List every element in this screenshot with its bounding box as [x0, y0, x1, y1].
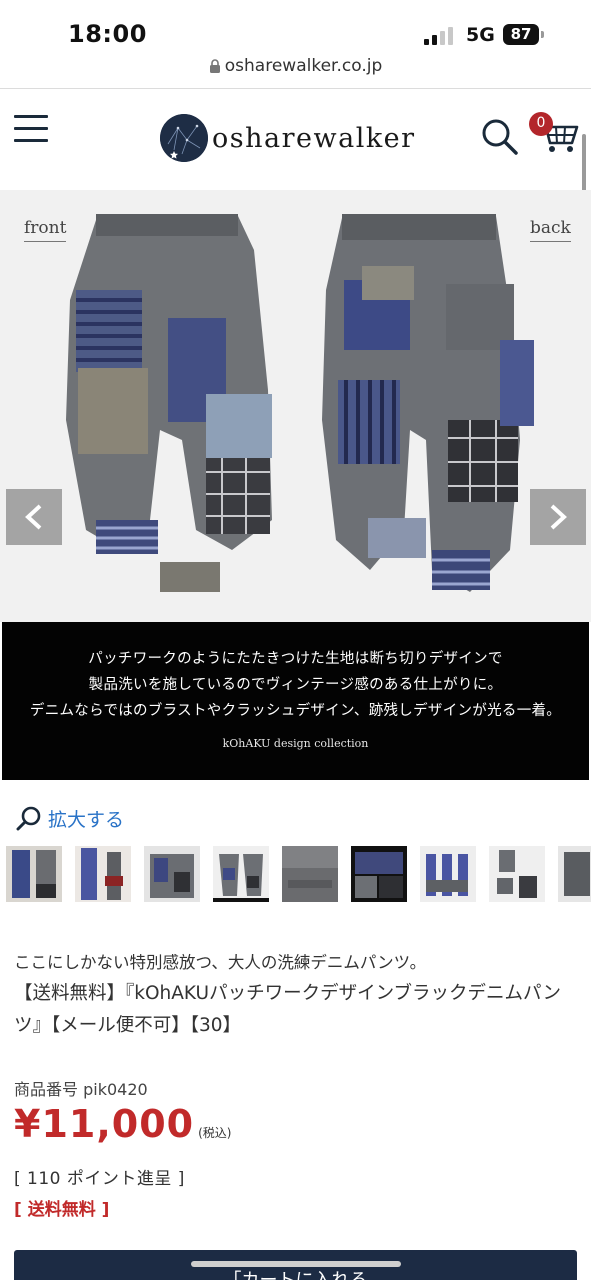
thumbnail[interactable] — [282, 846, 338, 902]
banner-line: パッチワークのようにたたきつけた生地は断ち切りデザインで — [88, 651, 503, 667]
description-banner: パッチワークのようにたたきつけた生地は断ち切りデザインで 製品洗いを施しているの… — [2, 622, 589, 780]
carousel-next-button[interactable] — [530, 489, 586, 545]
thumbnail[interactable] — [144, 846, 200, 902]
product-price: ¥11,000 (税込) — [14, 1102, 231, 1146]
thumbnail[interactable] — [75, 846, 131, 902]
back-label: back — [530, 218, 571, 242]
points-note: [ 110 ポイント進呈 ] — [14, 1169, 185, 1189]
zoom-link[interactable]: 拡大する — [16, 804, 124, 832]
thumbnail[interactable] — [420, 846, 476, 902]
product-title: 【送料無料】『kOhAKUパッチワークデザインブラックデニムパンツ』【メール便不… — [14, 983, 561, 1036]
home-indicator[interactable] — [191, 1261, 401, 1267]
signal-icon — [424, 27, 456, 45]
add-to-cart-label: 「カートに入れる — [14, 1266, 577, 1280]
product-image-carousel[interactable]: front back — [0, 190, 591, 622]
status-bar: 18:00 5G 87 — [0, 0, 591, 58]
logo-text: osharewalker — [212, 122, 416, 154]
thumbnail-strip[interactable] — [6, 846, 591, 904]
zoom-icon — [16, 806, 41, 831]
battery-tip — [541, 31, 544, 38]
product-sku: 商品番号 pik0420 — [14, 1080, 148, 1099]
zoom-label: 拡大する — [48, 808, 125, 831]
cart-count-badge: 0 — [529, 112, 553, 136]
site-header: osharewalker 0 — [0, 89, 591, 187]
chevron-left-icon — [25, 504, 42, 530]
product-info: ここにしかない特別感放つ、大人の洗練デニムパンツ。 【送料無料】『kOhAKUパ… — [14, 950, 577, 1220]
thumbnail[interactable] — [213, 846, 269, 902]
carousel-prev-button[interactable] — [6, 489, 62, 545]
thumbnail[interactable] — [558, 846, 591, 902]
thumbnail[interactable] — [489, 846, 545, 902]
chevron-right-icon — [550, 504, 567, 530]
url-bar[interactable]: osharewalker.co.jp — [0, 56, 591, 86]
menu-icon[interactable] — [14, 115, 48, 143]
free-shipping-note: [ 送料無料 ] — [14, 1200, 110, 1220]
banner-line: 製品洗いを施しているのでヴィンテージ感のある仕上がりに。 — [88, 677, 503, 693]
thumbnail[interactable] — [6, 846, 62, 902]
lock-icon — [209, 58, 220, 73]
battery-indicator: 87 — [503, 24, 539, 45]
price-value: ¥11,000 — [14, 1102, 195, 1146]
product-catchcopy: ここにしかない特別感放つ、大人の洗練デニムパンツ。 — [14, 953, 427, 972]
thumbnail[interactable] — [351, 846, 407, 902]
product-photo — [0, 190, 591, 622]
search-icon[interactable] — [480, 117, 520, 157]
url-text: osharewalker.co.jp — [224, 56, 383, 76]
status-time: 18:00 — [68, 20, 147, 48]
banner-credit: kOhAKU design collection — [222, 737, 369, 750]
banner-line: デニムならではのブラストやクラッシュデザイン、跡残しデザインが光る一着。 — [29, 703, 562, 719]
network-type: 5G — [466, 24, 495, 46]
logo-mark-icon — [160, 114, 208, 162]
tax-note: (税込) — [198, 1126, 232, 1140]
site-logo[interactable]: osharewalker — [160, 113, 416, 163]
front-label: front — [24, 218, 67, 242]
